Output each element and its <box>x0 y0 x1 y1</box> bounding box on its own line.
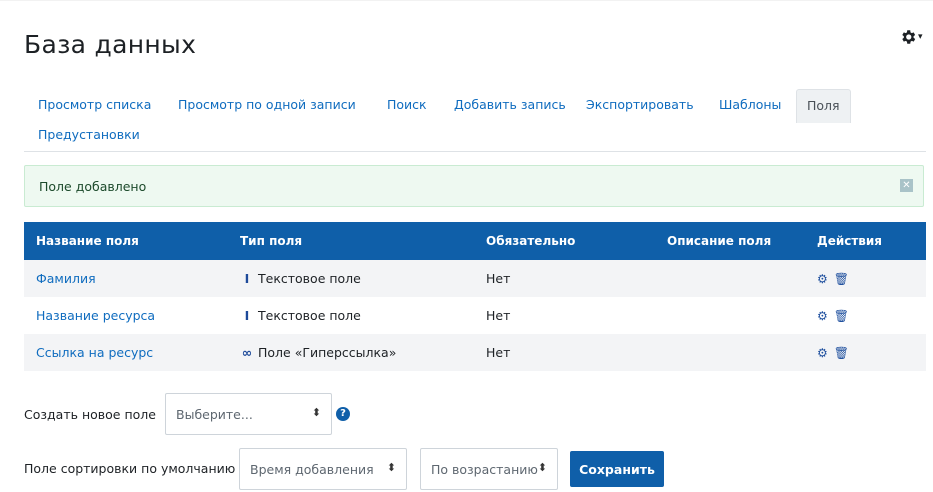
new-field-label: Создать новое поле <box>24 407 156 422</box>
gear-icon[interactable]: ⚙ <box>817 309 828 323</box>
gear-icon <box>902 30 916 44</box>
table-row: Название ресурса I Текстовое поле Нет ⚙ 🗑 <box>24 297 926 334</box>
tab-fields[interactable]: Поля <box>796 89 851 123</box>
gear-icon[interactable]: ⚙ <box>817 272 828 286</box>
close-icon[interactable]: ✕ <box>900 179 913 192</box>
field-type: Поле «Гиперссылка» <box>258 345 397 360</box>
field-description <box>655 334 805 371</box>
link-icon: ∞ <box>241 345 253 360</box>
sort-field-select[interactable]: Время добавления ⬍ <box>239 448 407 490</box>
text-cursor-icon: I <box>244 271 250 286</box>
tab-add-entry[interactable]: Добавить запись <box>444 89 576 121</box>
help-icon[interactable]: ? <box>336 407 350 421</box>
text-cursor-icon: I <box>244 308 250 323</box>
select-arrows-icon: ⬍ <box>537 461 547 474</box>
field-type: Текстовое поле <box>258 308 361 323</box>
field-description <box>655 260 805 297</box>
column-header-type: Тип поля <box>228 222 474 260</box>
new-field-select-value: Выберите... <box>176 407 253 422</box>
sort-field-select-value: Время добавления <box>250 462 374 477</box>
column-header-actions: Действия <box>805 222 926 260</box>
page-title: База данных <box>24 30 197 59</box>
chevron-down-icon: ▾ <box>918 32 923 42</box>
field-name-link[interactable]: Название ресурса <box>36 308 155 323</box>
sort-order-select[interactable]: По возрастанию ⬍ <box>420 448 558 490</box>
table-row: Ссылка на ресурс ∞ Поле «Гиперссылка» Нет… <box>24 334 926 371</box>
trash-icon[interactable]: 🗑 <box>834 309 849 323</box>
tab-search[interactable]: Поиск <box>377 89 437 121</box>
column-header-description: Описание поля <box>655 222 805 260</box>
tab-presets[interactable]: Предустановки <box>28 119 150 151</box>
table-header-row: Название поля Тип поля Обязательно Описа… <box>24 222 926 260</box>
trash-icon[interactable]: 🗑 <box>834 272 849 286</box>
top-border <box>0 0 933 11</box>
settings-menu-button[interactable]: ▾ <box>899 27 931 47</box>
select-arrows-icon: ⬍ <box>386 461 396 474</box>
field-type: Текстовое поле <box>258 271 361 286</box>
trash-icon[interactable]: 🗑 <box>834 346 849 360</box>
field-required: Нет <box>474 334 655 371</box>
save-button[interactable]: Сохранить <box>570 451 664 487</box>
tab-bar: Просмотр списка Просмотр по одной записи… <box>24 89 926 152</box>
tab-single-view[interactable]: Просмотр по одной записи <box>168 89 366 121</box>
column-header-required: Обязательно <box>474 222 655 260</box>
tab-export[interactable]: Экспортировать <box>576 89 704 121</box>
field-description <box>655 297 805 334</box>
field-name-link[interactable]: Ссылка на ресурс <box>36 345 153 360</box>
column-header-name: Название поля <box>24 222 228 260</box>
tab-templates[interactable]: Шаблоны <box>709 89 791 121</box>
fields-table: Название поля Тип поля Обязательно Описа… <box>24 222 926 371</box>
success-alert: Поле добавлено ✕ <box>24 165 924 207</box>
field-name-link[interactable]: Фамилия <box>36 271 96 286</box>
new-field-select[interactable]: Выберите... ⬍ <box>165 393 332 435</box>
select-arrows-icon: ⬍ <box>311 406 321 419</box>
field-required: Нет <box>474 297 655 334</box>
alert-message: Поле добавлено <box>39 179 147 194</box>
sort-field-label: Поле сортировки по умолчанию <box>24 461 236 476</box>
gear-icon[interactable]: ⚙ <box>817 346 828 360</box>
table-row: Фамилия I Текстовое поле Нет ⚙ 🗑 <box>24 260 926 297</box>
tab-list-view[interactable]: Просмотр списка <box>28 89 161 121</box>
field-required: Нет <box>474 260 655 297</box>
sort-order-select-value: По возрастанию <box>431 462 538 477</box>
